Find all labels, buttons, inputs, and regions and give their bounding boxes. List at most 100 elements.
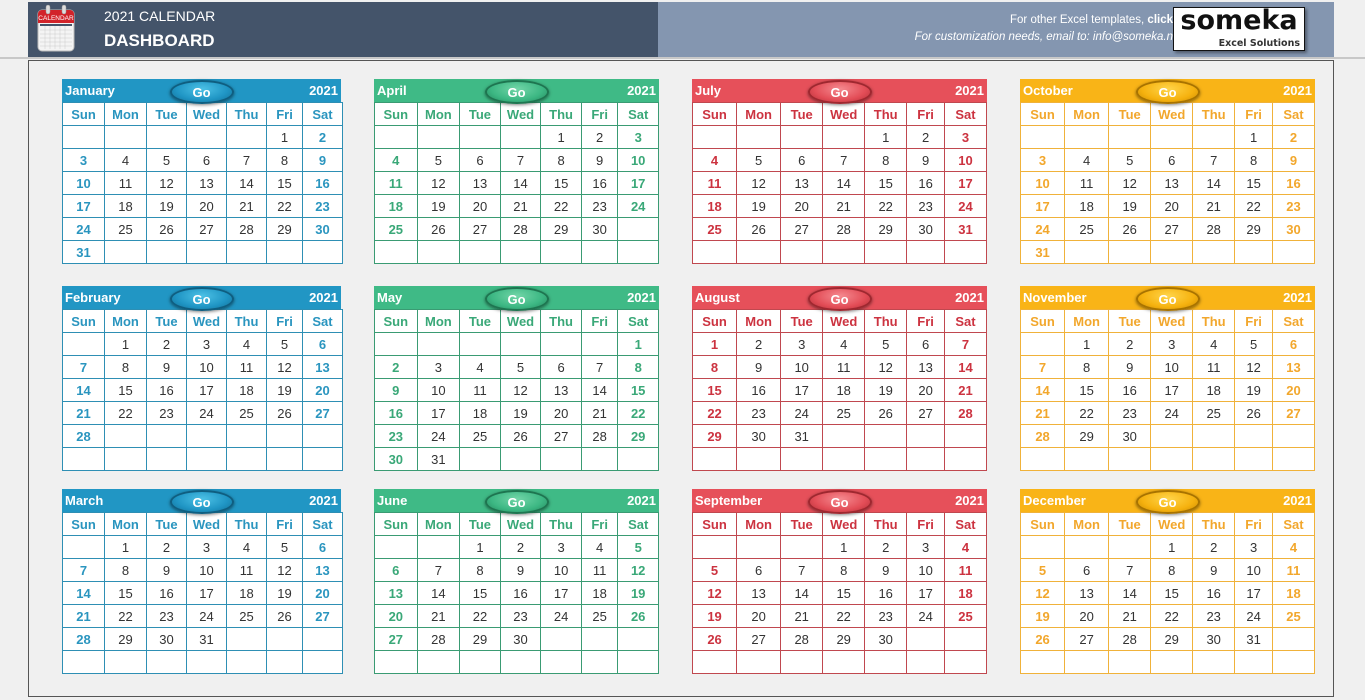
- day-cell[interactable]: 2: [374, 355, 418, 379]
- day-cell[interactable]: 26: [1019, 627, 1066, 651]
- day-cell[interactable]: 17: [1150, 378, 1194, 402]
- day-cell[interactable]: 31: [1019, 240, 1066, 264]
- day-cell[interactable]: 10: [617, 148, 659, 172]
- day-cell[interactable]: 16: [1108, 378, 1152, 402]
- day-cell[interactable]: 2: [580, 125, 619, 149]
- day-cell[interactable]: 28: [580, 424, 619, 448]
- day-cell[interactable]: 6: [302, 332, 343, 356]
- day-cell[interactable]: 7: [780, 558, 824, 582]
- day-cell[interactable]: 13: [1150, 171, 1194, 195]
- day-cell[interactable]: 11: [822, 355, 866, 379]
- day-cell[interactable]: 12: [146, 171, 187, 195]
- day-cell[interactable]: 29: [1150, 627, 1194, 651]
- day-cell[interactable]: 8: [1150, 558, 1194, 582]
- day-cell[interactable]: 6: [374, 558, 418, 582]
- day-cell[interactable]: 27: [1150, 217, 1194, 241]
- go-button-august[interactable]: Go: [807, 287, 872, 311]
- day-cell[interactable]: 12: [617, 558, 659, 582]
- day-cell[interactable]: 10: [186, 355, 227, 379]
- day-cell[interactable]: 23: [1192, 604, 1236, 628]
- day-cell[interactable]: 24: [1019, 217, 1066, 241]
- day-cell[interactable]: 26: [1234, 401, 1273, 425]
- go-button-july[interactable]: Go: [807, 80, 872, 104]
- customization-promo[interactable]: For customization needs, email to: info@…: [915, 31, 1173, 43]
- day-cell[interactable]: 17: [186, 581, 227, 605]
- day-cell[interactable]: 24: [186, 604, 227, 628]
- day-cell[interactable]: 7: [1019, 355, 1066, 379]
- day-cell[interactable]: 11: [943, 558, 988, 582]
- day-cell[interactable]: 3: [906, 535, 945, 559]
- day-cell[interactable]: 23: [302, 194, 343, 218]
- day-cell[interactable]: 17: [906, 581, 945, 605]
- day-cell[interactable]: 5: [617, 535, 659, 559]
- day-cell[interactable]: 25: [822, 401, 866, 425]
- day-cell[interactable]: 19: [736, 194, 782, 218]
- day-cell[interactable]: 4: [226, 332, 267, 356]
- day-cell[interactable]: 22: [822, 604, 866, 628]
- day-cell[interactable]: 13: [1064, 581, 1110, 605]
- day-cell[interactable]: 29: [864, 217, 908, 241]
- day-cell[interactable]: 4: [691, 148, 738, 172]
- day-cell[interactable]: 14: [780, 581, 824, 605]
- day-cell[interactable]: 23: [146, 604, 187, 628]
- day-cell[interactable]: 30: [146, 627, 187, 651]
- day-cell[interactable]: 6: [186, 148, 227, 172]
- day-cell[interactable]: 21: [822, 194, 866, 218]
- day-cell[interactable]: 4: [459, 355, 501, 379]
- day-cell[interactable]: 11: [226, 355, 267, 379]
- day-cell[interactable]: 20: [1271, 378, 1316, 402]
- day-cell[interactable]: 2: [864, 535, 908, 559]
- day-cell[interactable]: 2: [736, 332, 782, 356]
- day-cell[interactable]: 27: [1064, 627, 1110, 651]
- day-cell[interactable]: 6: [736, 558, 782, 582]
- day-cell[interactable]: 8: [864, 148, 908, 172]
- day-cell[interactable]: 14: [580, 378, 619, 402]
- day-cell[interactable]: 6: [540, 355, 582, 379]
- day-cell[interactable]: 18: [226, 378, 267, 402]
- day-cell[interactable]: 24: [906, 604, 945, 628]
- go-button-november[interactable]: Go: [1135, 287, 1200, 311]
- day-cell[interactable]: 4: [1192, 332, 1236, 356]
- day-cell[interactable]: 4: [374, 148, 418, 172]
- day-cell[interactable]: 25: [226, 401, 267, 425]
- day-cell[interactable]: 3: [540, 535, 582, 559]
- day-cell[interactable]: 2: [146, 332, 187, 356]
- day-cell[interactable]: 15: [266, 171, 303, 195]
- day-cell[interactable]: 14: [62, 581, 105, 605]
- day-cell[interactable]: 11: [691, 171, 738, 195]
- day-cell[interactable]: 29: [822, 627, 866, 651]
- go-button-march[interactable]: Go: [169, 490, 234, 514]
- day-cell[interactable]: 10: [416, 378, 461, 402]
- day-cell[interactable]: 14: [822, 171, 866, 195]
- day-cell[interactable]: 19: [1019, 604, 1066, 628]
- day-cell[interactable]: 20: [780, 194, 824, 218]
- day-cell[interactable]: 28: [1019, 424, 1066, 448]
- day-cell[interactable]: 30: [499, 627, 542, 651]
- go-button-september[interactable]: Go: [807, 490, 872, 514]
- day-cell[interactable]: 22: [266, 194, 303, 218]
- day-cell[interactable]: 10: [186, 558, 227, 582]
- day-cell[interactable]: 17: [416, 401, 461, 425]
- day-cell[interactable]: 3: [1019, 148, 1066, 172]
- day-cell[interactable]: 13: [1271, 355, 1316, 379]
- day-cell[interactable]: 13: [186, 171, 227, 195]
- day-cell[interactable]: 18: [1192, 378, 1236, 402]
- day-cell[interactable]: 14: [499, 171, 542, 195]
- day-cell[interactable]: 24: [943, 194, 988, 218]
- day-cell[interactable]: 30: [374, 447, 418, 471]
- day-cell[interactable]: 15: [540, 171, 582, 195]
- day-cell[interactable]: 28: [499, 217, 542, 241]
- day-cell[interactable]: 29: [691, 424, 738, 448]
- day-cell[interactable]: 23: [864, 604, 908, 628]
- day-cell[interactable]: 14: [1108, 581, 1152, 605]
- day-cell[interactable]: 17: [617, 171, 659, 195]
- day-cell[interactable]: 19: [864, 378, 908, 402]
- day-cell[interactable]: 24: [186, 401, 227, 425]
- day-cell[interactable]: 18: [822, 378, 866, 402]
- day-cell[interactable]: 20: [736, 604, 782, 628]
- day-cell[interactable]: 18: [374, 194, 418, 218]
- day-cell[interactable]: 7: [62, 355, 105, 379]
- day-cell[interactable]: 10: [780, 355, 824, 379]
- day-cell[interactable]: 23: [499, 604, 542, 628]
- day-cell[interactable]: 27: [374, 627, 418, 651]
